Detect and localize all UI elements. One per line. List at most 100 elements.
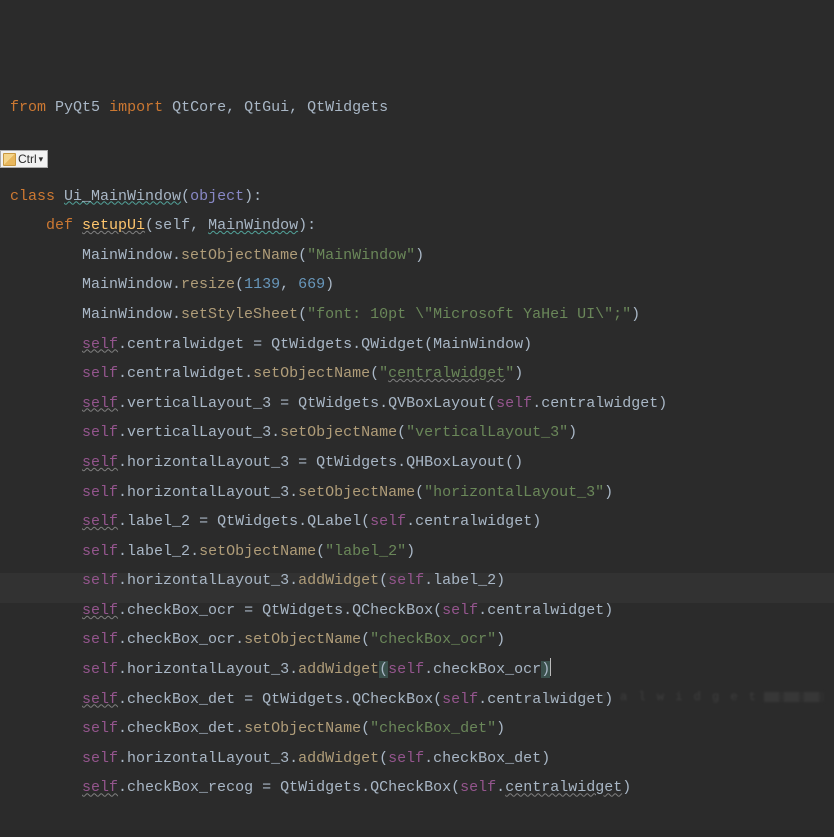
code-token: self (82, 720, 118, 737)
code-line[interactable]: self.horizontalLayout_3.addWidget(self.l… (10, 566, 834, 596)
code-token: self (460, 779, 496, 796)
code-line[interactable] (10, 122, 834, 152)
code-token: "horizontalLayout_3" (424, 484, 604, 501)
code-token: self (82, 691, 118, 708)
code-token: self (388, 750, 424, 767)
code-token: self (82, 336, 118, 353)
code-token: horizontalLayout_3 (127, 661, 289, 678)
code-line[interactable]: self.verticalLayout_3 = QtWidgets.QVBoxL… (10, 389, 834, 419)
code-token: . (118, 424, 127, 441)
code-token: resize (181, 276, 235, 293)
code-token (10, 691, 82, 708)
code-line[interactable]: self.centralwidget.setObjectName("centra… (10, 359, 834, 389)
code-token: self (82, 602, 118, 619)
code-token: QLabel (307, 513, 361, 530)
code-token: "checkBox_det" (370, 720, 496, 737)
code-token: = (289, 454, 316, 471)
code-token: setObjectName (253, 365, 370, 382)
code-token: class (10, 188, 64, 205)
code-token: QtWidgets (316, 454, 397, 471)
code-token: 1139 (244, 276, 280, 293)
code-token: = (190, 513, 217, 530)
code-line[interactable]: from PyQt5 import QtCore, QtGui, QtWidge… (10, 93, 834, 123)
code-token: setObjectName (298, 484, 415, 501)
text-caret (550, 658, 551, 676)
code-token: MainWindow (82, 306, 172, 323)
code-token: . (271, 424, 280, 441)
code-line[interactable]: self.checkBox_ocr.setObjectName("checkBo… (10, 625, 834, 655)
code-token: . (172, 247, 181, 264)
code-token: = (253, 779, 280, 796)
code-token: centralwidget (388, 365, 505, 382)
code-token: QVBoxLayout (388, 395, 487, 412)
code-line[interactable]: self.label_2.setObjectName("label_2") (10, 537, 834, 567)
code-token (10, 395, 82, 412)
code-line[interactable]: MainWindow.setStyleSheet("font: 10pt \"M… (10, 300, 834, 330)
code-line[interactable]: self.checkBox_recog = QtWidgets.QCheckBo… (10, 773, 834, 803)
code-line[interactable]: class Ui_MainWindow(object): (10, 182, 834, 212)
code-line[interactable]: def setupUi(self, MainWindow): (10, 211, 834, 241)
code-token (10, 513, 82, 530)
code-token: . (118, 365, 127, 382)
code-token: . (343, 691, 352, 708)
code-token: ) (406, 543, 415, 560)
code-line[interactable]: self.centralwidget = QtWidgets.QWidget(M… (10, 330, 834, 360)
code-token (10, 217, 46, 234)
code-token: . (343, 602, 352, 619)
paste-options-popup[interactable]: Ctrl▾ (0, 150, 48, 168)
code-line[interactable]: self.horizontalLayout_3.setObjectName("h… (10, 478, 834, 508)
code-token: ( (361, 513, 370, 530)
code-line[interactable]: self.horizontalLayout_3 = QtWidgets.QHBo… (10, 448, 834, 478)
code-token: . (352, 336, 361, 353)
code-token: self (82, 424, 118, 441)
code-token: ) (541, 661, 550, 678)
code-token: setupUi (82, 217, 145, 234)
code-line[interactable]: MainWindow.setObjectName("MainWindow") (10, 241, 834, 271)
code-token: "checkBox_ocr" (370, 631, 496, 648)
code-token: setObjectName (181, 247, 298, 264)
code-line[interactable]: self.checkBox_ocr = QtWidgets.QCheckBox(… (10, 596, 834, 626)
code-token: QCheckBox (352, 691, 433, 708)
code-line[interactable]: self.horizontalLayout_3.addWidget(self.c… (10, 744, 834, 774)
code-token: . (496, 779, 505, 796)
code-token: label_2 (127, 513, 190, 530)
code-line[interactable]: MainWindow.resize(1139, 669) (10, 270, 834, 300)
code-token (10, 602, 82, 619)
code-token: setObjectName (199, 543, 316, 560)
code-token: . (118, 691, 127, 708)
code-line[interactable] (10, 152, 834, 182)
code-token: self (154, 217, 190, 234)
code-line[interactable]: self.label_2 = QtWidgets.QLabel(self.cen… (10, 507, 834, 537)
code-token: ( (235, 276, 244, 293)
code-token: MainWindow (208, 217, 298, 234)
code-token: ) (532, 513, 541, 530)
code-token: checkBox_det (127, 720, 235, 737)
code-line[interactable]: self.horizontalLayout_3.addWidget(self.c… (10, 655, 834, 685)
code-token: , (280, 276, 298, 293)
code-token: self (388, 661, 424, 678)
code-token: self (82, 631, 118, 648)
code-token: ) (622, 779, 631, 796)
code-token: self (82, 484, 118, 501)
code-token: setObjectName (244, 631, 361, 648)
code-token: self (370, 513, 406, 530)
code-token: . (424, 661, 433, 678)
code-token: = (235, 602, 262, 619)
code-token: ( (487, 395, 496, 412)
code-token: self (82, 750, 118, 767)
code-token: QCheckBox (370, 779, 451, 796)
code-line[interactable]: self.checkBox_det.setObjectName("checkBo… (10, 714, 834, 744)
code-token: self (388, 572, 424, 589)
code-token: . (118, 720, 127, 737)
code-token: "MainWindow" (307, 247, 415, 264)
code-token: . (118, 631, 127, 648)
code-token: def (46, 217, 82, 234)
code-token: QCheckBox (352, 602, 433, 619)
code-token: centralwidget (505, 779, 622, 796)
code-token (10, 661, 82, 678)
code-token: . (118, 572, 127, 589)
code-line[interactable]: self.verticalLayout_3.setObjectName("ver… (10, 418, 834, 448)
code-token: centralwidget (487, 602, 604, 619)
code-token: checkBox_ocr (127, 602, 235, 619)
code-editor[interactable]: from PyQt5 import QtCore, QtGui, QtWidge… (0, 0, 834, 837)
